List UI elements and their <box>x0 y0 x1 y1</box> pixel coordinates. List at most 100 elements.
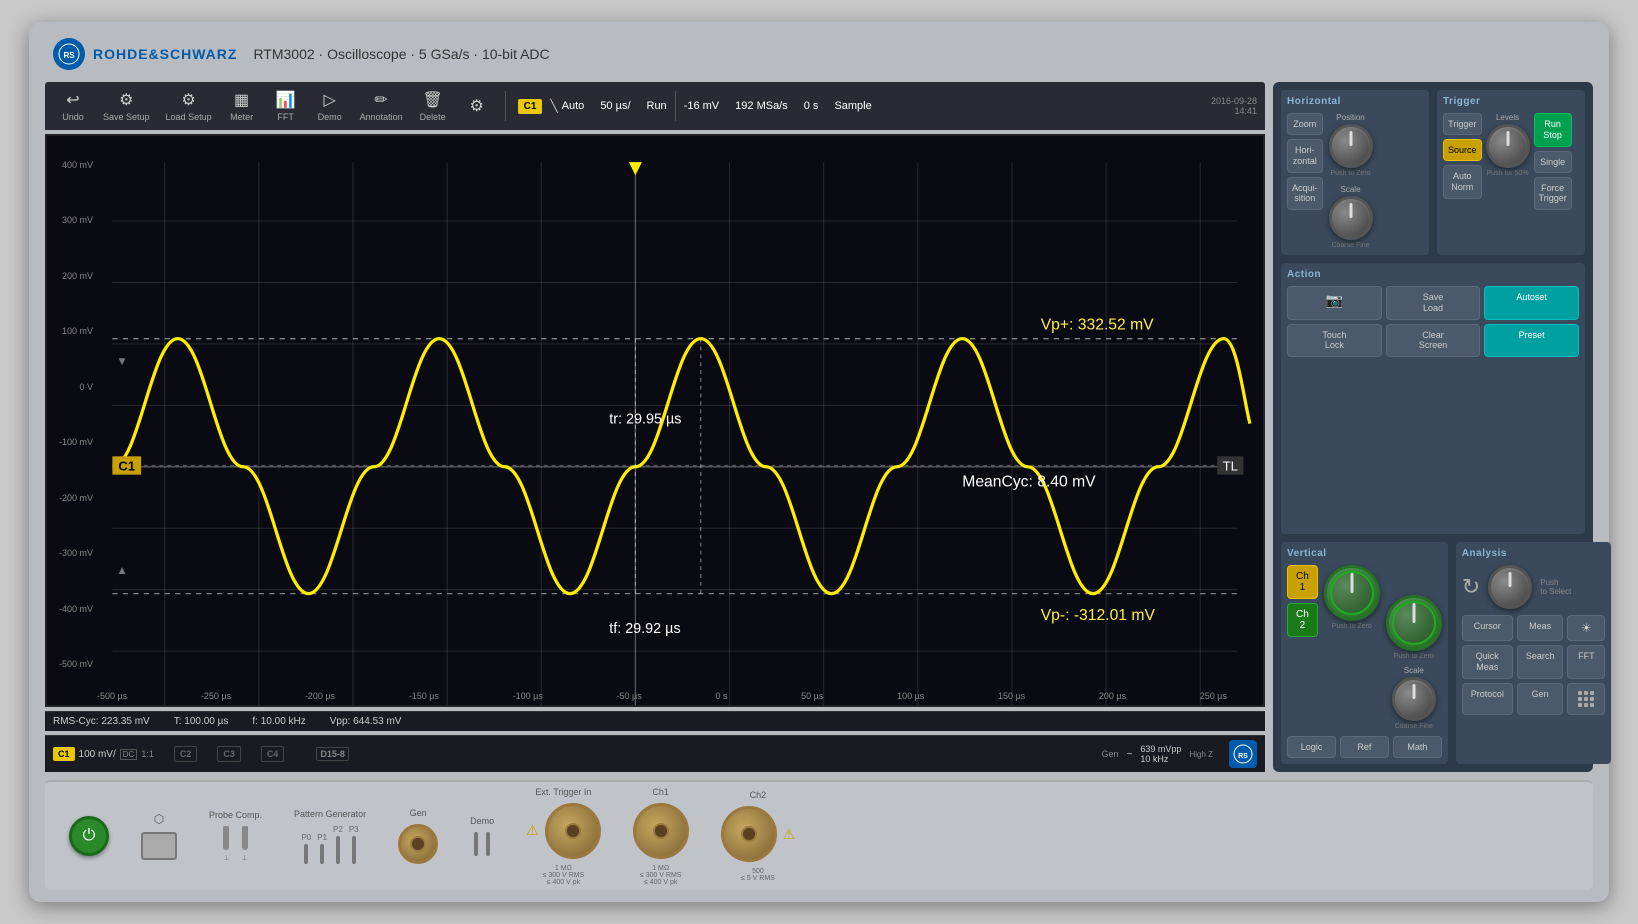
auto-norm-button[interactable]: Auto Norm <box>1443 165 1482 199</box>
frequency: f: 10.00 kHz <box>252 716 305 727</box>
trigger-button[interactable]: Trigger <box>1443 113 1482 135</box>
save-load-button[interactable]: Save Load <box>1386 286 1481 320</box>
brightness-button[interactable]: ☀ <box>1567 615 1605 641</box>
horizontal-button[interactable]: Hori- zontal <box>1287 139 1323 173</box>
touch-lock-button[interactable]: Touch Lock <box>1287 324 1382 358</box>
save-setup-button[interactable]: ⚙ Save Setup <box>97 86 156 126</box>
ext-trigger-bnc-inner <box>565 823 581 839</box>
datetime-display: 2016-09-28 14:41 <box>1211 96 1257 116</box>
push-zero-label: Push to Zero <box>1330 170 1370 177</box>
ch1-button[interactable]: Ch 1 <box>1287 565 1318 599</box>
zoom-button[interactable]: Zoom <box>1287 113 1323 135</box>
force-trigger-button[interactable]: Force Trigger <box>1534 177 1572 211</box>
ch2-scale-knob[interactable] <box>1386 595 1442 651</box>
annotation-button[interactable]: ✏ Annotation <box>354 86 409 126</box>
ch1-scale-knob[interactable] <box>1324 565 1380 621</box>
settings-button[interactable]: ⚙ <box>457 92 497 120</box>
time-value: 0 s <box>804 100 819 112</box>
search-button[interactable]: Search <box>1517 645 1564 679</box>
power-button[interactable]: ⏻ <box>69 816 109 856</box>
svg-text:MeanCyc: 8.40 mV: MeanCyc: 8.40 mV <box>962 473 1096 490</box>
brand-icon: RS <box>53 38 85 70</box>
gen-button[interactable]: Gen <box>1517 683 1564 715</box>
clear-screen-button[interactable]: Clear Screen <box>1386 324 1481 358</box>
ch2-bnc[interactable] <box>721 806 777 862</box>
svg-text:tr: 29.95 µs: tr: 29.95 µs <box>609 412 681 428</box>
scale-knob[interactable] <box>1329 196 1373 240</box>
ch1-ratio: 1:1 <box>141 749 154 759</box>
action-section: Action 📷 Save Load Autoset Touch Lock Cl… <box>1281 263 1585 534</box>
demo-icon: ▷ <box>323 90 335 110</box>
trigger-mode-value: Auto <box>562 100 585 112</box>
gen-bnc[interactable] <box>398 824 438 864</box>
right-panel: Horizontal Zoom Hori- zontal Acqui- siti… <box>1273 82 1593 772</box>
warning-icon-ext: ⚠ <box>526 822 539 839</box>
single-button[interactable]: Single <box>1534 151 1572 173</box>
gen-highz: High Z <box>1189 750 1213 759</box>
delete-button[interactable]: 🗑 Delete <box>413 86 453 126</box>
levels-knob[interactable] <box>1486 124 1530 168</box>
undo-button[interactable]: ↩ Undo <box>53 86 93 126</box>
vpp: Vpp: 644.53 mV <box>330 716 402 727</box>
autoset-button[interactable]: Autoset <box>1484 286 1579 320</box>
math-button[interactable]: Math <box>1393 736 1442 758</box>
push-to-select-label: Pushto Select <box>1540 578 1571 596</box>
ch1-bnc[interactable] <box>633 803 689 859</box>
meas-button[interactable]: Meas <box>1517 615 1564 641</box>
toolbar: ↩ Undo ⚙ Save Setup ⚙ Load Setup ▦ Meter… <box>45 82 1265 130</box>
ch1-coupling: DC <box>120 749 138 760</box>
preset-button[interactable]: Preset <box>1484 324 1579 358</box>
cursor-button[interactable]: Cursor <box>1462 615 1513 641</box>
meter-button[interactable]: ▦ Meter <box>222 86 262 126</box>
run-stop-button[interactable]: Run Stop <box>1534 113 1572 147</box>
analysis-knob[interactable] <box>1488 565 1532 609</box>
pattern-gen-title: Pattern Generator <box>294 809 366 819</box>
demo-pin-2 <box>486 832 490 856</box>
timebase-info: Auto 50 µs/ Run <box>562 100 667 112</box>
ch1-value: 100 mV/ <box>79 749 116 760</box>
ext-trigger-warning: 1 MΩ ≤ 300 V RMS ≤ 400 V pk <box>543 865 585 886</box>
analysis-section: Analysis ↻ Pushto Select Cursor Meas ☀ Q… <box>1456 542 1612 764</box>
gen-value: 639 mVpp 10 kHz <box>1140 744 1181 764</box>
logic-button[interactable]: Logic <box>1287 736 1336 758</box>
probe-pin-1: ⊥ <box>223 826 229 862</box>
svg-text:▲: ▲ <box>116 564 128 577</box>
grid-button[interactable] <box>1567 683 1605 715</box>
fft-button[interactable]: 📊 FFT <box>266 86 306 126</box>
rms-cyc: RMS-Cyc: 223.35 mV <box>53 716 150 727</box>
p2-pin: P2 <box>333 825 343 864</box>
ref-button[interactable]: Ref <box>1340 736 1389 758</box>
position-knob[interactable] <box>1329 124 1373 168</box>
vert-scale-knob[interactable] <box>1392 677 1436 721</box>
usb-port[interactable] <box>141 832 177 860</box>
rs-logo-badge: RS <box>1229 740 1257 768</box>
ch4-badge: C4 <box>261 746 285 762</box>
ch2-button[interactable]: Ch 2 <box>1287 603 1318 637</box>
channel-status-bar: C1 100 mV/ DC 1:1 C2 C3 C4 D15-8 <box>45 735 1265 772</box>
ch1-badge: C1 <box>53 747 75 761</box>
demo-pin-1 <box>474 832 478 856</box>
meter-icon: ▦ <box>234 90 249 110</box>
ch1-push-zero: Push to Zero <box>1332 623 1372 630</box>
acquisition-button[interactable]: Acqui- sition <box>1287 177 1323 211</box>
camera-button[interactable]: 📷 <box>1287 286 1382 320</box>
ext-trigger-bnc[interactable] <box>545 803 601 859</box>
load-setup-button[interactable]: ⚙ Load Setup <box>160 86 218 126</box>
demo-button[interactable]: ▷ Demo <box>310 86 350 126</box>
protocol-button[interactable]: Protocol <box>1462 683 1513 715</box>
refresh-icon[interactable]: ↻ <box>1462 574 1480 600</box>
ch2-badge: C2 <box>174 746 198 762</box>
position-knob-label: Position <box>1336 113 1364 122</box>
brand-logo: RS ROHDE&SCHWARZ <box>53 38 237 70</box>
model-info: RTM3002 · Oscilloscope · 5 GSa/s · 10-bi… <box>253 46 549 62</box>
probe-comp-section: Probe Comp. ⊥ ⊥ <box>209 810 262 862</box>
source-button[interactable]: Source <box>1443 139 1482 161</box>
quick-meas-button[interactable]: Quick Meas <box>1462 645 1513 679</box>
p3-pin: P3 <box>349 825 359 864</box>
analysis-fft-button[interactable]: FFT <box>1567 645 1605 679</box>
push-50-label: Push for 50% <box>1487 170 1529 177</box>
annotation-icon: ✏ <box>374 90 387 110</box>
top-header: RS ROHDE&SCHWARZ RTM3002 · Oscilloscope … <box>45 34 1593 74</box>
save-setup-icon: ⚙ <box>119 90 133 110</box>
vertical-row: Vertical Ch 1 Ch 2 Push to Zero Push t <box>1281 542 1585 764</box>
